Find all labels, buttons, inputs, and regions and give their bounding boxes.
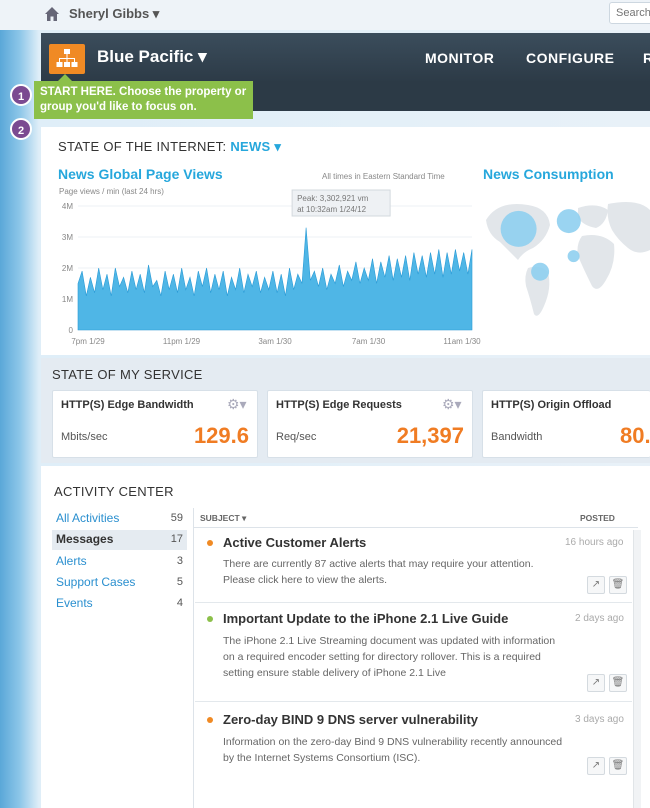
activity-count: 59 bbox=[170, 512, 183, 524]
series-area bbox=[77, 227, 473, 331]
scrollbar[interactable] bbox=[633, 530, 641, 808]
trash-icon[interactable]: 🗑 bbox=[609, 576, 627, 594]
message-title[interactable]: Zero-day BIND 9 DNS server vulnerability bbox=[223, 712, 478, 727]
card-title: HTTP(S) Edge Bandwidth bbox=[61, 399, 194, 411]
share-icon[interactable]: ↗ bbox=[587, 757, 605, 775]
page-views-chart: 4M 3M 2M 1M 0 7pm 1/29 11pm 1/29 3am 1/30 7am 1/… bbox=[62, 189, 481, 346]
message-title[interactable]: Important Update to the iPhone 2.1 Live … bbox=[223, 611, 508, 626]
activity-support-cases[interactable]: Support Cases bbox=[56, 575, 135, 589]
nav-monitor[interactable]: MONITOR bbox=[425, 50, 494, 66]
nav-reports[interactable]: R bbox=[643, 50, 650, 66]
offload-card[interactable]: HTTP(S) Origin Offload Bandwidth 80. bbox=[482, 390, 650, 458]
search-input[interactable] bbox=[609, 2, 650, 24]
x-tick-label: 11am 1/30 bbox=[443, 337, 481, 346]
peak-value-label: Peak: 3,302,921 vm bbox=[297, 194, 368, 203]
share-icon[interactable]: ↗ bbox=[587, 674, 605, 692]
subject-column-header[interactable]: SUBJECT ▾ bbox=[200, 513, 246, 524]
activity-all[interactable]: All Activities bbox=[56, 511, 119, 525]
start-here-callout: START HERE. Choose the property or group… bbox=[34, 81, 253, 119]
message-separator bbox=[195, 701, 632, 702]
message-time: 3 days ago bbox=[575, 714, 624, 725]
property-selector[interactable]: Blue Pacific ▾ bbox=[97, 47, 207, 67]
home-icon[interactable] bbox=[44, 6, 60, 22]
page-views-title: News Global Page Views bbox=[58, 166, 223, 182]
consumption-bubble bbox=[567, 250, 580, 263]
unread-dot bbox=[207, 540, 213, 546]
card-unit: Bandwidth bbox=[491, 431, 543, 443]
message-body: There are currently 87 active alerts tha… bbox=[223, 558, 534, 586]
gear-icon[interactable]: ⚙▾ bbox=[442, 396, 462, 413]
trash-icon[interactable]: 🗑 bbox=[609, 674, 627, 692]
message-separator bbox=[195, 602, 632, 603]
card-value: 21,397 bbox=[396, 423, 464, 448]
message-title[interactable]: Active Customer Alerts bbox=[223, 535, 366, 550]
unread-dot bbox=[207, 717, 213, 723]
message-time: 16 hours ago bbox=[565, 537, 624, 548]
nav-configure[interactable]: CONFIGURE bbox=[526, 50, 615, 66]
x-tick-label: 7pm 1/29 bbox=[71, 337, 105, 346]
gear-icon[interactable]: ⚙▾ bbox=[227, 396, 247, 413]
requests-card[interactable]: HTTP(S) Edge Requests ⚙▾ Req/sec 21,397 bbox=[267, 390, 473, 458]
card-unit: Req/sec bbox=[276, 431, 317, 443]
timezone-note: All times in Eastern Standard Time bbox=[322, 172, 445, 181]
message-time: 2 days ago bbox=[575, 613, 624, 624]
message-body: The iPhone 2.1 Live Streaming document w… bbox=[223, 635, 556, 679]
user-menu[interactable]: Sheryl Gibbs ▾ bbox=[69, 6, 159, 22]
step-badge-1: 1 bbox=[10, 84, 32, 106]
card-value: 129.6 bbox=[193, 423, 249, 448]
card-unit: Mbits/sec bbox=[61, 431, 108, 443]
consumption-bubble bbox=[556, 209, 581, 234]
message-body: Information on the zero-day Bind 9 DNS v… bbox=[223, 736, 563, 764]
activity-title: ACTIVITY CENTER bbox=[54, 484, 174, 499]
list-divider bbox=[193, 508, 194, 808]
y-tick-label: 0 bbox=[69, 326, 74, 335]
activity-count: 4 bbox=[176, 597, 183, 609]
activity-count: 17 bbox=[170, 533, 183, 545]
activity-alerts[interactable]: Alerts bbox=[56, 554, 87, 568]
consumption-map bbox=[486, 202, 650, 316]
activity-messages[interactable]: Messages bbox=[56, 532, 113, 546]
activity-count: 5 bbox=[176, 576, 183, 588]
service-title: STATE OF MY SERVICE bbox=[52, 367, 203, 382]
europe bbox=[578, 205, 608, 228]
page-views-unit: Page views / min (last 24 hrs) bbox=[59, 187, 164, 196]
consumption-bubble bbox=[531, 262, 550, 281]
unread-dot bbox=[207, 616, 213, 622]
internet-title-prefix: STATE OF THE INTERNET: bbox=[58, 139, 231, 154]
activity-events[interactable]: Events bbox=[56, 596, 93, 610]
internet-title: STATE OF THE INTERNET: NEWS ▾ bbox=[58, 139, 281, 155]
x-tick-label: 3am 1/30 bbox=[258, 337, 292, 346]
peak-time-label: at 10:32am 1/24/12 bbox=[297, 205, 366, 214]
africa bbox=[577, 235, 615, 289]
activity-count: 3 bbox=[176, 555, 183, 567]
message-list-header: SUBJECT ▾ POSTED bbox=[193, 508, 638, 528]
consumption-title: News Consumption bbox=[483, 166, 614, 182]
y-tick-label: 2M bbox=[62, 264, 73, 273]
y-tick-label: 4M bbox=[62, 202, 73, 211]
news-dropdown[interactable]: NEWS ▾ bbox=[230, 139, 281, 154]
step-badge-2: 2 bbox=[10, 118, 32, 140]
y-tick-label: 1M bbox=[62, 295, 73, 304]
posted-column-header[interactable]: POSTED bbox=[580, 513, 615, 523]
card-value: 80. bbox=[620, 423, 650, 448]
card-title: HTTP(S) Origin Offload bbox=[491, 399, 612, 411]
trash-icon[interactable]: 🗑 bbox=[609, 757, 627, 775]
x-tick-label: 11pm 1/29 bbox=[163, 337, 201, 346]
share-icon[interactable]: ↗ bbox=[587, 576, 605, 594]
y-tick-label: 3M bbox=[62, 233, 73, 242]
card-title: HTTP(S) Edge Requests bbox=[276, 399, 402, 411]
bandwidth-card[interactable]: HTTP(S) Edge Bandwidth ⚙▾ Mbits/sec 129.… bbox=[52, 390, 258, 458]
property-group-icon[interactable] bbox=[49, 44, 85, 74]
consumption-bubble bbox=[500, 210, 537, 247]
x-tick-label: 7am 1/30 bbox=[352, 337, 386, 346]
